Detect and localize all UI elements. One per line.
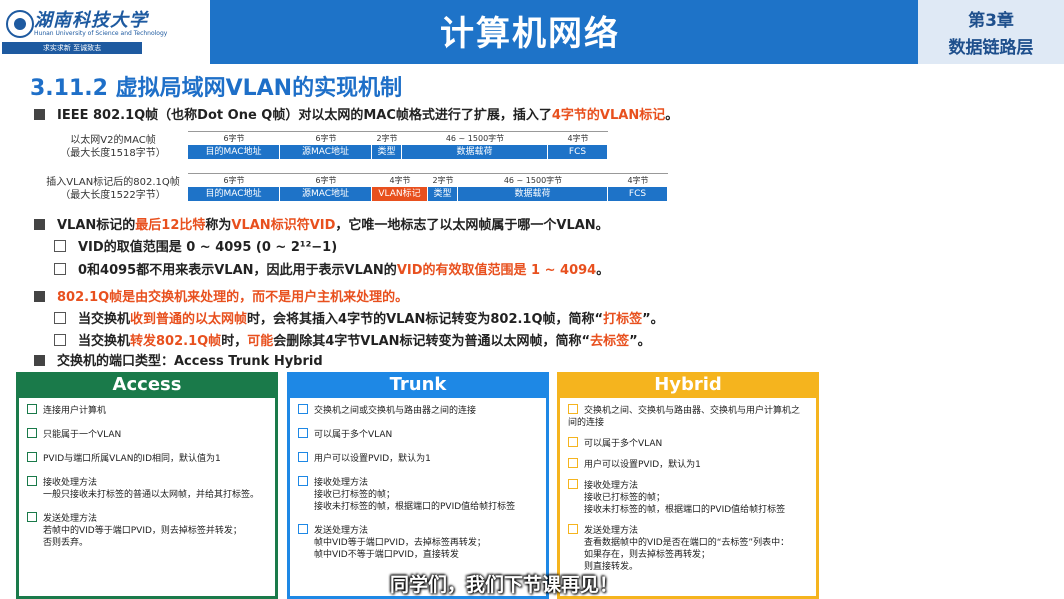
list-item: 发送处理方法 帧中VID等于端口PVID，去掉标签再转发； 帧中VID不等于端口PV… <box>298 524 538 561</box>
sub-bullet-vid-valid: 0和4095都不用来表示VLAN，因此用于表示VLAN的VID的有效取值范围是 … <box>54 259 609 278</box>
frame-field: 4字节 FCS <box>548 131 608 159</box>
slide-header: 湖南科技大学 Hunan University of Science and T… <box>0 0 1064 64</box>
frame-field: 2字节 类型 <box>372 131 402 159</box>
list-item: 接收处理方法 一般只接收未打标签的普通以太网帧，并给其打标签。 <box>27 476 267 501</box>
chapter-name: 数据链路层 <box>948 38 1034 58</box>
frame-field: 2字节 类型 <box>428 173 458 201</box>
checkbox-icon <box>298 524 308 534</box>
frame-field: 6字节 源MAC地址 <box>280 131 372 159</box>
checkbox-icon <box>27 476 37 486</box>
university-logo: 湖南科技大学 Hunan University of Science and T… <box>0 0 210 64</box>
video-subtitle: 同学们，我们下节课再见！ <box>390 574 619 596</box>
list-item: 用户可以设置PVID，默认为1 <box>568 458 808 471</box>
checkbox-icon <box>27 428 37 438</box>
checkbox-icon <box>27 404 37 414</box>
trunk-port-box: Trunk 交换机之间或交换机与路由器之间的连接 可以属于多个VLAN 用户可以… <box>287 372 549 599</box>
frame-field: 6字节 目的MAC地址 <box>188 131 280 159</box>
university-emblem-icon <box>6 10 34 38</box>
list-item: 接收处理方法 接收已打标签的帧； 接收未打标签的帧，根据端口的PVID值给帧打标签 <box>298 476 538 513</box>
frame-field: 46 ~ 1500字节 数据载荷 <box>458 173 608 201</box>
8021q-frame: 6字节 目的MAC地址 6字节 源MAC地址 4字节 VLAN标记 2字节 类型 46 … <box>188 173 668 201</box>
hybrid-port-box: Hybrid 交换机之间、交换机与路由器、交换机与用户计算机之间的连接 可以属于… <box>557 372 819 599</box>
bullet-port-types: 交换机的端口类型：Access Trunk Hybrid <box>34 350 323 369</box>
chapter-number: 第3章 <box>968 11 1014 31</box>
bullet-8021q: IEEE 802.1Q帧（也称Dot One Q帧）对以太网的MAC帧格式进行了… <box>34 104 678 123</box>
trunk-body: 交换机之间或交换机与路由器之间的连接 可以属于多个VLAN 用户可以设置PVID… <box>287 398 549 599</box>
square-bullet-icon <box>34 109 45 120</box>
square-bullet-icon <box>34 355 45 366</box>
frame-field: 6字节 源MAC地址 <box>280 173 372 201</box>
list-item: 发送处理方法 查看数据帧中的VID是否在端口的“去标签”列表中： 如果存在，则去掉标… <box>568 524 808 573</box>
sub-bullet-tagging: 当交换机收到普通的以太网帧时，会将其插入4字节的VLAN标记转变为802.1Q帧… <box>54 308 664 327</box>
checkbox-bullet-icon <box>54 240 66 252</box>
list-item: 可以属于多个VLAN <box>568 437 808 450</box>
list-item: 只能属于一个VLAN <box>27 428 267 441</box>
frame-field: 4字节 FCS <box>608 173 668 201</box>
list-item: 交换机之间或交换机与路由器之间的连接 <box>298 404 538 417</box>
checkbox-icon <box>27 512 37 522</box>
square-bullet-icon <box>34 291 45 302</box>
text: IEEE 802.1Q帧（也称Dot One Q帧）对以太网的MAC帧格式进行了… <box>57 108 552 123</box>
frame2-label-line1: 插入VLAN标记后的802.1Q帧 <box>46 177 180 188</box>
checkbox-icon <box>27 452 37 462</box>
hybrid-body: 交换机之间、交换机与路由器、交换机与用户计算机之间的连接 可以属于多个VLAN … <box>557 398 819 599</box>
list-item: 发送处理方法 若帧中的VID等于端口PVID，则去掉标签并转发； 否则丢弃。 <box>27 512 267 549</box>
university-name: 湖南科技大学 <box>34 10 148 31</box>
checkbox-icon <box>568 479 578 489</box>
university-motto: 求实求新 至诚致志 <box>2 42 142 54</box>
access-body: 连接用户计算机 只能属于一个VLAN PVID与端口所属VLAN的ID相同，默认… <box>16 398 278 599</box>
bullet-switch-process: 802.1Q帧是由交换机来处理的，而不是用户主机来处理的。 <box>34 286 408 305</box>
checkbox-bullet-icon <box>54 263 66 275</box>
access-port-box: Access 连接用户计算机 只能属于一个VLAN PVID与端口所属VLAN的… <box>16 372 278 599</box>
frame-field: 6字节 目的MAC地址 <box>188 173 280 201</box>
list-item: 可以属于多个VLAN <box>298 428 538 441</box>
trunk-title: Trunk <box>287 372 549 398</box>
checkbox-icon <box>568 437 578 447</box>
checkbox-bullet-icon <box>54 312 66 324</box>
frame1-label-line2: （最大长度1518字节） <box>60 148 166 159</box>
checkbox-icon <box>568 524 578 534</box>
square-bullet-icon <box>34 219 45 230</box>
hybrid-title: Hybrid <box>557 372 819 398</box>
checkbox-icon <box>298 452 308 462</box>
list-item: 连接用户计算机 <box>27 404 267 417</box>
list-item: 交换机之间、交换机与路由器、交换机与用户计算机之间的连接 <box>568 404 801 428</box>
checkbox-icon <box>568 404 578 414</box>
section-title: 3.11.2 虚拟局域网VLAN的实现机制 <box>30 76 403 101</box>
frame1-label-line1: 以太网V2的MAC帧 <box>70 135 156 146</box>
checkbox-icon <box>298 404 308 414</box>
checkbox-icon <box>568 458 578 468</box>
sub-bullet-vid-range: VID的取值范围是 0 ~ 4095 (0 ~ 2¹²−1) <box>54 236 337 255</box>
chapter-box: 第3章 数据链路层 <box>918 0 1064 64</box>
list-item: 接收处理方法 接收已打标签的帧； 接收未打标签的帧，根据端口的PVID值给帧打标签 <box>568 479 808 516</box>
frame2-label: 插入VLAN标记后的802.1Q帧 （最大长度1522字节） <box>28 176 198 202</box>
frame2-label-line2: （最大长度1522字节） <box>60 190 166 201</box>
text: 。 <box>665 108 679 123</box>
sub-bullet-untagging: 当交换机转发802.1Q帧时，可能会删除其4字节VLAN标记转变为普通以太网帧，… <box>54 330 651 349</box>
frame-field: 46 ~ 1500字节 数据载荷 <box>402 131 548 159</box>
checkbox-icon <box>298 428 308 438</box>
list-item: PVID与端口所属VLAN的ID相同，默认值为1 <box>27 452 267 465</box>
list-item: 用户可以设置PVID，默认为1 <box>298 452 538 465</box>
access-title: Access <box>16 372 278 398</box>
checkbox-bullet-icon <box>54 334 66 346</box>
vlan-tag-field: 4字节 VLAN标记 <box>372 173 428 201</box>
ethernet-v2-frame: 6字节 目的MAC地址 6字节 源MAC地址 2字节 类型 46 ~ 1500字节 数据… <box>188 131 608 159</box>
university-name-en: Hunan University of Science and Technolo… <box>34 30 168 37</box>
frame1-label: 以太网V2的MAC帧 （最大长度1518字节） <box>28 134 198 160</box>
course-title: 计算机网络 <box>440 14 620 54</box>
bullet-vid: VLAN标记的最后12比特称为VLAN标识符VID，它唯一地标志了以太网帧属于哪… <box>34 214 609 233</box>
text-highlight: 4字节的VLAN标记 <box>551 108 666 123</box>
checkbox-icon <box>298 476 308 486</box>
